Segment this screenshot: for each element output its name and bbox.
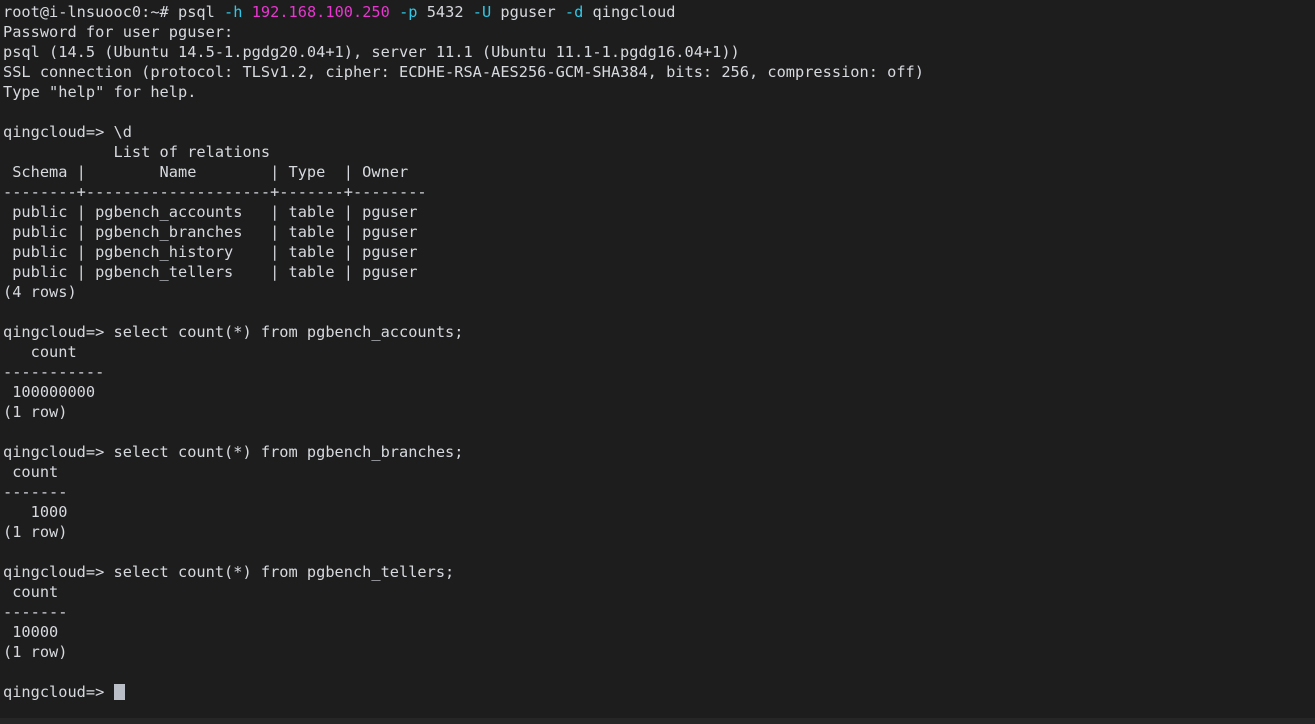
active-prompt-line[interactable]: qingcloud=> [3,682,1315,702]
query-tellers-line: qingcloud=> select count(*) from pgbench… [3,563,455,581]
flag-port: -p [399,3,418,21]
branches-separator: ------- [3,483,68,501]
psql-version-line: psql (14.5 (Ubuntu 14.5-1.pgdg20.04+1), … [3,43,740,61]
relations-table-title: List of relations [3,143,271,161]
accounts-separator: ----------- [3,363,105,381]
tellers-column-header: count [3,583,59,601]
psql-prompt: qingcloud=> [3,683,114,701]
space-2 [390,3,399,21]
space-4 [464,3,473,21]
flag-host: -h [224,3,243,21]
table-row: public | pgbench_tellers | table | pguse… [3,263,418,281]
host-address: 192.168.100.250 [251,3,390,21]
relations-row-count: (4 rows) [3,283,77,301]
ssl-connection-line: SSL connection (protocol: TLSv1.2, ciphe… [3,63,924,81]
space-6 [556,3,565,21]
branches-column-header: count [3,463,59,481]
tellers-row-count: (1 row) [3,643,68,661]
bottom-status-bar [0,718,1315,724]
space-1 [242,3,251,21]
accounts-count-value: 100000000 [3,383,96,401]
port-value: 5432 [426,3,464,21]
user-value: pguser [500,3,556,21]
branches-row-count: (1 row) [3,523,68,541]
space-7 [583,3,592,21]
help-hint-line: Type "help" for help. [3,83,197,101]
relations-table-header: Schema | Name | Type | Owner [3,163,409,181]
shell-command-line: root@i-lnsuooc0:~# psql -h 192.168.100.2… [3,2,1315,22]
describe-command-line: qingcloud=> \d [3,123,132,141]
query-branches-line: qingcloud=> select count(*) from pgbench… [3,443,464,461]
flag-user: -U [472,3,492,21]
password-prompt-line: Password for user pguser: [3,23,234,41]
tellers-count-value: 10000 [3,623,59,641]
relations-table-separator: --------+--------------------+-------+--… [3,183,427,201]
table-row: public | pgbench_history | table | pguse… [3,243,418,261]
shell-prompt: root@i-lnsuooc0:~# [3,3,178,21]
accounts-row-count: (1 row) [3,403,68,421]
tellers-separator: ------- [3,603,68,621]
text-cursor [113,684,125,700]
branches-count-value: 1000 [3,503,68,521]
table-row: public | pgbench_accounts | table | pgus… [3,203,418,221]
query-accounts-line: qingcloud=> select count(*) from pgbench… [3,323,464,341]
accounts-column-header: count [3,343,77,361]
flag-database: -d [564,3,584,21]
space-3 [417,3,426,21]
psql-program-name: psql [177,3,225,21]
terminal-window[interactable]: root@i-lnsuooc0:~# psql -h 192.168.100.2… [0,0,1315,724]
database-value: qingcloud [592,3,676,21]
table-row: public | pgbench_branches | table | pgus… [3,223,418,241]
